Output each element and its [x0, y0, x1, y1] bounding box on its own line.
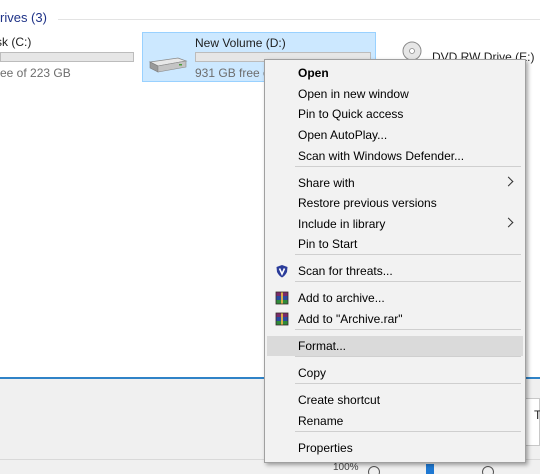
menu-item-open-in-new-window[interactable]: Open in new window — [267, 84, 523, 104]
details-field[interactable] — [525, 398, 540, 446]
menu-item-label: Format... — [298, 339, 347, 353]
menu-item-include-in-library[interactable]: Include in library — [267, 214, 523, 234]
menu-item-restore-previous-versions[interactable]: Restore previous versions — [267, 193, 523, 213]
chevron-right-icon — [503, 176, 514, 187]
menu-separator — [295, 329, 521, 330]
drive-c-free-space: ree of 223 GB — [0, 66, 71, 80]
group-divider — [58, 19, 540, 20]
drive-c-name: sk (C:) — [0, 35, 32, 49]
menu-item-label: Copy — [298, 366, 327, 380]
menu-item-open[interactable]: Open — [267, 63, 523, 83]
menu-item-label: Create shortcut — [298, 393, 381, 407]
menu-item-label: Rename — [298, 414, 344, 428]
winrar-icon — [275, 312, 289, 326]
menu-separator — [295, 356, 521, 357]
hard-drive-icon — [148, 57, 188, 73]
drive-d-name: New Volume (D:) — [195, 36, 286, 50]
menu-item-label: Pin to Quick access — [298, 107, 404, 121]
menu-separator — [295, 383, 521, 384]
menu-item-label: Share with — [298, 176, 355, 190]
drives-group-header[interactable]: rives (3) — [0, 10, 47, 25]
menu-item-label: Scan for threats... — [298, 264, 393, 278]
menu-item-label: Properties — [298, 441, 353, 455]
menu-item-add-to-archive-rar[interactable]: Add to "Archive.rar" — [267, 309, 523, 329]
menu-separator — [295, 166, 521, 167]
menu-item-add-to-archive[interactable]: Add to archive... — [267, 288, 523, 308]
menu-item-label: Include in library — [298, 217, 386, 231]
menu-item-share-with[interactable]: Share with — [267, 173, 523, 193]
menu-item-rename[interactable]: Rename — [267, 411, 523, 431]
menu-item-label: Open — [298, 66, 329, 80]
menu-item-label: Open in new window — [298, 87, 409, 101]
menu-item-label: Open AutoPlay... — [298, 128, 388, 142]
details-partial-label: T — [534, 408, 540, 422]
menu-item-properties[interactable]: Properties — [267, 438, 523, 458]
zoom-slider-handle[interactable] — [426, 464, 434, 474]
menu-item-open-autoplay[interactable]: Open AutoPlay... — [267, 125, 523, 145]
zoom-out-icon[interactable] — [368, 466, 380, 474]
menu-item-label: Pin to Start — [298, 237, 358, 251]
zoom-level: 100% — [333, 462, 359, 473]
menu-item-label: Restore previous versions — [298, 196, 437, 210]
zoom-in-icon[interactable] — [482, 466, 494, 474]
drive-d-free-space: 931 GB free of — [195, 66, 274, 80]
menu-item-label: Scan with Windows Defender... — [298, 149, 465, 163]
menu-item-pin-to-start[interactable]: Pin to Start — [267, 234, 523, 254]
menu-item-scan-with-windows-defender[interactable]: Scan with Windows Defender... — [267, 146, 523, 166]
menu-separator — [295, 431, 521, 432]
chevron-right-icon — [503, 217, 514, 228]
drive-c-usage-bar — [0, 52, 134, 62]
menu-item-pin-to-quick-access[interactable]: Pin to Quick access — [267, 104, 523, 124]
menu-item-label: Add to archive... — [298, 291, 385, 305]
context-menu: Open Open in new window Pin to Quick acces… — [264, 59, 526, 463]
menu-separator — [295, 281, 521, 282]
shield-icon — [276, 265, 288, 278]
menu-item-scan-for-threats[interactable]: Scan for threats... — [267, 261, 523, 281]
menu-item-copy[interactable]: Copy — [267, 363, 523, 383]
menu-item-format[interactable]: Format... — [267, 336, 523, 356]
menu-item-label: Add to "Archive.rar" — [298, 312, 403, 326]
winrar-icon — [275, 291, 289, 305]
menu-item-create-shortcut[interactable]: Create shortcut — [267, 390, 523, 410]
menu-separator — [295, 254, 521, 255]
